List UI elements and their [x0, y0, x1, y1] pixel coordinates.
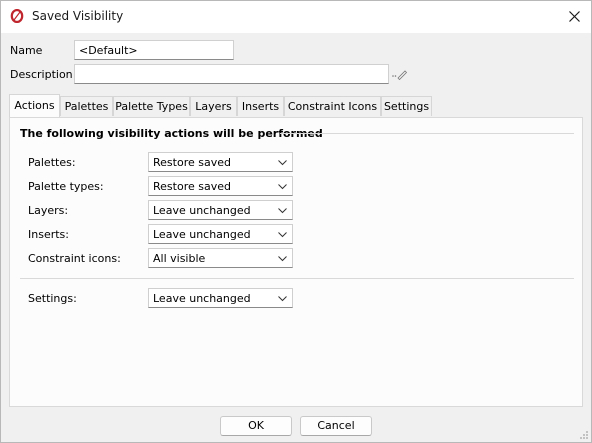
- chevron-down-icon: [278, 256, 287, 262]
- section-divider: [280, 133, 574, 134]
- tab-palette-types[interactable]: Palette Types: [113, 96, 190, 116]
- ok-button[interactable]: OK: [220, 416, 292, 436]
- constraint-icons-dropdown[interactable]: All visible: [148, 248, 293, 268]
- constraint-icons-label: Constraint icons:: [28, 252, 121, 265]
- tab-label: Layers: [195, 100, 232, 113]
- tab-settings[interactable]: Settings: [381, 96, 432, 116]
- tab-constraint-icons[interactable]: Constraint Icons: [284, 96, 381, 116]
- settings-divider: [20, 278, 574, 279]
- chevron-down-icon: [278, 296, 287, 302]
- chevron-down-icon: [278, 208, 287, 214]
- dropdown-value: Leave unchanged: [153, 292, 251, 305]
- description-input[interactable]: [74, 64, 389, 84]
- settings-label: Settings:: [28, 292, 77, 305]
- cancel-button[interactable]: Cancel: [300, 416, 372, 436]
- description-label: Description: [10, 68, 73, 81]
- tab-actions[interactable]: Actions: [9, 94, 60, 117]
- chevron-down-icon: [278, 160, 287, 166]
- tab-label: Settings: [383, 100, 430, 113]
- saved-visibility-dialog: Saved Visibility Name Description Action…: [0, 0, 592, 443]
- settings-dropdown[interactable]: Leave unchanged: [148, 288, 293, 308]
- tab-palettes[interactable]: Palettes: [60, 96, 113, 116]
- tab-label: Palettes: [64, 100, 109, 113]
- tab-label: Palette Types: [115, 100, 188, 113]
- tab-label: Constraint Icons: [287, 100, 378, 113]
- dropdown-value: All visible: [153, 252, 206, 265]
- palettes-label: Palettes:: [28, 156, 76, 169]
- title-bar: Saved Visibility: [1, 1, 591, 33]
- resize-grip-icon[interactable]: [579, 430, 589, 440]
- app-ring-icon: [10, 8, 24, 24]
- tab-label: Actions: [14, 99, 55, 112]
- actions-tab-panel: The following visibility actions will be…: [9, 117, 583, 407]
- palette-types-label: Palette types:: [28, 180, 104, 193]
- close-icon: [569, 11, 580, 22]
- dropdown-value: Restore saved: [153, 180, 231, 193]
- layers-label: Layers:: [28, 204, 69, 217]
- chevron-down-icon: [278, 232, 287, 238]
- chevron-down-icon: [278, 184, 287, 190]
- layers-dropdown[interactable]: Leave unchanged: [148, 200, 293, 220]
- tab-inserts[interactable]: Inserts: [237, 96, 284, 116]
- inserts-dropdown[interactable]: Leave unchanged: [148, 224, 293, 244]
- dropdown-value: Leave unchanged: [153, 228, 251, 241]
- name-input[interactable]: [74, 40, 234, 60]
- inserts-label: Inserts:: [28, 228, 69, 241]
- tab-layers[interactable]: Layers: [190, 96, 237, 116]
- name-label: Name: [10, 44, 43, 57]
- section-title: The following visibility actions will be…: [20, 127, 323, 140]
- dropdown-value: Leave unchanged: [153, 204, 251, 217]
- window-title: Saved Visibility: [32, 9, 124, 23]
- description-edit-button[interactable]: [390, 65, 410, 83]
- palette-types-dropdown[interactable]: Restore saved: [148, 176, 293, 196]
- pen-ellipsis-icon: [392, 70, 408, 81]
- close-button[interactable]: [559, 1, 591, 33]
- palettes-dropdown[interactable]: Restore saved: [148, 152, 293, 172]
- tab-label: Inserts: [241, 100, 280, 113]
- dropdown-value: Restore saved: [153, 156, 231, 169]
